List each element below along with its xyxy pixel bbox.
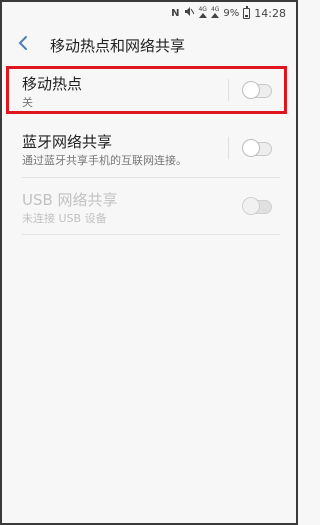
setting-row-bluetooth-tethering[interactable]: 蓝牙网络共享 通过蓝牙共享手机的互联网连接。 (12, 124, 286, 170)
page-title: 移动热点和网络共享 (50, 37, 186, 55)
row-divider (22, 234, 280, 235)
highlight-box (6, 66, 287, 114)
setting-row-usb-tethering: USB 网络共享 未连接 USB 设备 (12, 180, 286, 230)
setting-subtitle: 通过蓝牙共享手机的互联网连接。 (22, 154, 187, 167)
nfc-icon: N (171, 7, 180, 19)
bluetooth-tethering-toggle[interactable] (242, 139, 272, 157)
row-divider (22, 177, 280, 178)
battery-percent: 9% (223, 7, 240, 19)
clock: 14:28 (254, 6, 286, 20)
network-indicator-right: 4G (211, 7, 219, 20)
mute-icon (183, 6, 195, 21)
network-indicator-left: 4G (198, 7, 207, 20)
toggle-knob (242, 197, 260, 215)
toggle-knob (242, 139, 260, 157)
setting-title: 蓝牙网络共享 (22, 133, 113, 151)
status-bar: N 4G 4G 9% 14:28 (0, 0, 298, 26)
app-header: 移动热点和网络共享 (0, 26, 298, 62)
setting-title: USB 网络共享 (22, 191, 118, 209)
setting-subtitle: 未连接 USB 设备 (22, 212, 107, 225)
usb-tethering-toggle (242, 197, 272, 215)
row-separator (228, 137, 229, 159)
battery-icon (243, 6, 251, 19)
back-chevron-icon[interactable] (16, 34, 32, 52)
